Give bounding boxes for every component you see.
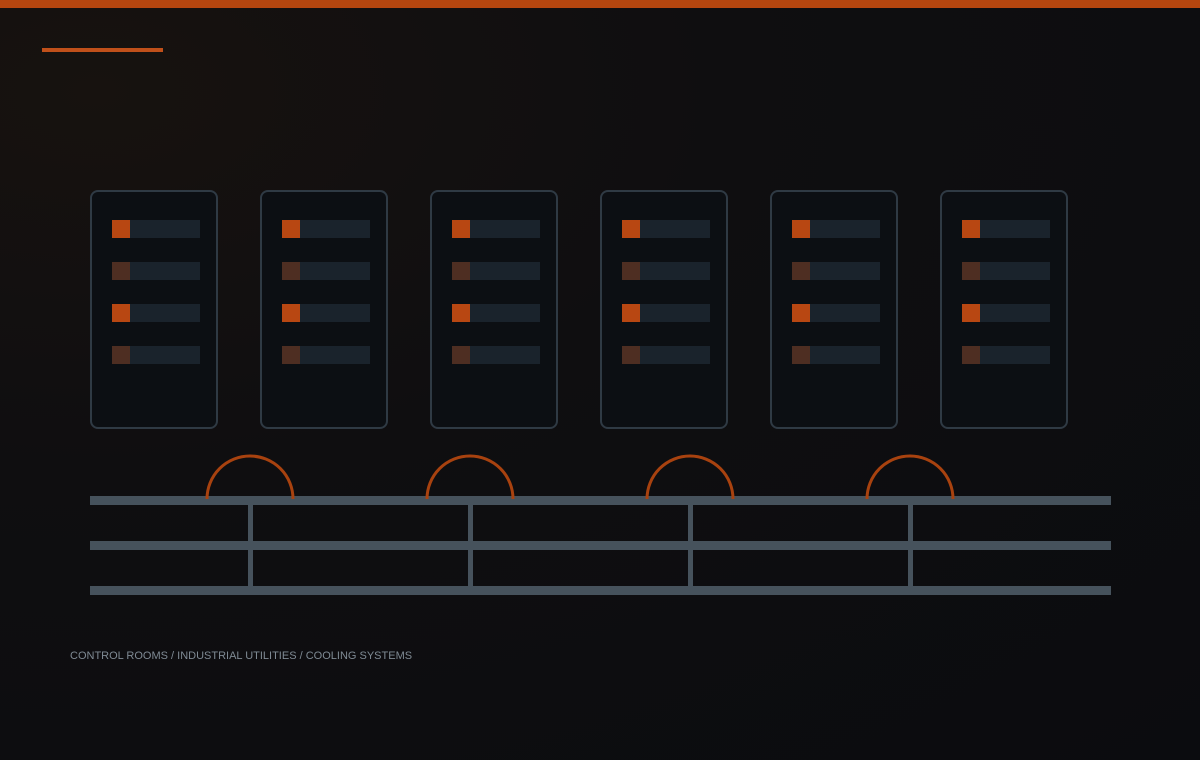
pipe-loop-arc xyxy=(425,454,515,500)
cooling-pipe-network xyxy=(90,454,1111,595)
pipe-riser xyxy=(688,501,693,591)
pipe-loop-arc xyxy=(645,454,735,500)
pipe-loops xyxy=(205,454,955,500)
pipe-rail-middle xyxy=(90,541,1111,550)
pipe-rail-top xyxy=(90,496,1111,505)
pipe-rail-bottom xyxy=(90,586,1111,595)
pipe-riser xyxy=(908,501,913,591)
category-breadcrumb: CONTROL ROOMS / INDUSTRIAL UTILITIES / C… xyxy=(70,650,413,662)
pipe-rails xyxy=(90,496,1111,595)
pipe-loop-arc xyxy=(205,454,295,500)
pipe-riser xyxy=(248,501,253,591)
pipe-loop-arc xyxy=(865,454,955,500)
pipe-riser xyxy=(468,501,473,591)
